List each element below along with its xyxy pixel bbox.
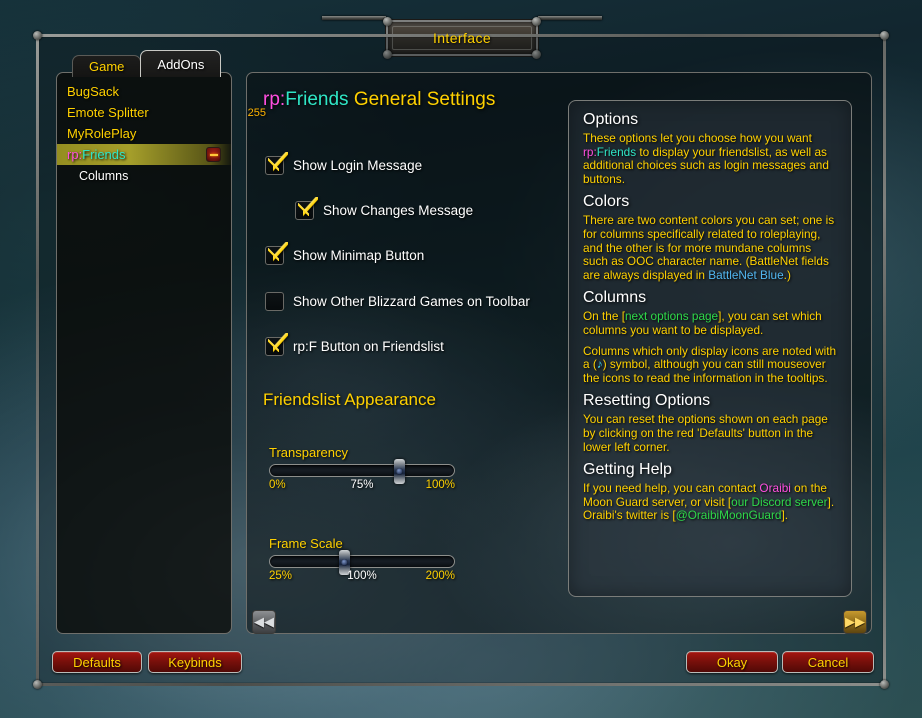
help-heading-options: Options xyxy=(583,111,639,128)
slider-marks: 0% 75% 100% xyxy=(269,479,455,493)
help-text-fragment: .) xyxy=(783,267,791,282)
slider-track[interactable] xyxy=(269,459,455,484)
sidebar-item-rpfriends[interactable]: rp: Friends xyxy=(57,144,231,165)
stud-icon xyxy=(880,680,889,689)
stud-icon xyxy=(33,31,42,40)
help-accent-battlenet-blue: BattleNet Blue xyxy=(708,267,784,282)
tab-game[interactable]: Game xyxy=(72,55,142,77)
help-accent-author: Oraibi xyxy=(759,481,791,496)
sidebar-item-columns[interactable]: Columns xyxy=(57,165,231,186)
checkbox-icon[interactable] xyxy=(295,201,314,220)
checkbox-icon[interactable] xyxy=(265,337,284,356)
sidebar-item-bugsack[interactable]: BugSack xyxy=(57,81,231,102)
slider-value-label: 100% xyxy=(347,570,377,582)
help-panel: Options These options let you choose how… xyxy=(568,100,852,597)
help-text-fragment: ) symbol, although you can still mouseov… xyxy=(583,357,828,385)
slider-title: Frame Scale xyxy=(269,536,343,551)
help-text-colors: There are two content colors you can set… xyxy=(583,214,837,282)
checkbox-label: Show Minimap Button xyxy=(293,248,425,263)
checkbox-icon[interactable] xyxy=(265,246,284,265)
stud-icon xyxy=(33,680,42,689)
checkbox-label: Show Other Blizzard Games on Toolbar xyxy=(293,294,530,309)
slider-value-label: 75% xyxy=(350,479,374,491)
help-text-fragment: On the [ xyxy=(583,309,625,324)
help-text-columns-icons: Columns which only display icons are not… xyxy=(583,344,837,386)
titlebar-wing-right xyxy=(538,16,602,20)
help-heading-getting-help: Getting Help xyxy=(583,461,672,479)
help-heading-resetting: Resetting Options xyxy=(583,392,711,410)
help-text-fragment: ]. xyxy=(781,508,789,523)
help-link-next-options-page[interactable]: next options page xyxy=(625,309,718,324)
help-text-getting-help: If you need help, you can contact Oraibi… xyxy=(583,481,837,523)
defaults-button[interactable]: Defaults xyxy=(52,651,142,673)
slider-transparency: Transparency 0% 75% 100% xyxy=(269,445,455,493)
checkbox-icon[interactable] xyxy=(265,292,284,311)
okay-button[interactable]: Okay xyxy=(686,651,778,673)
slider-title: Transparency xyxy=(269,445,348,460)
tab-addons[interactable]: AddOns xyxy=(140,50,222,77)
help-text-fragment: These options let you choose how you wan… xyxy=(583,131,812,145)
help-text-columns: On the [next options page], you can set … xyxy=(583,310,837,337)
help-link-discord[interactable]: our Discord server xyxy=(731,495,827,509)
titlebar-wing-left xyxy=(322,16,386,20)
stud-icon xyxy=(880,31,889,40)
double-right-arrow-icon[interactable]: ▶▶ xyxy=(843,610,867,634)
double-left-arrow-icon[interactable]: ◀◀ xyxy=(252,610,276,634)
slider-min-label: 0% xyxy=(269,479,286,491)
sidebar-item-emote-splitter[interactable]: Emote Splitter xyxy=(57,102,231,123)
help-text-fragment: If you need help, you can contact xyxy=(583,481,760,496)
help-text-options: These options let you choose how you wan… xyxy=(583,131,837,186)
help-heading-columns: Columns xyxy=(583,289,647,307)
minus-icon[interactable] xyxy=(206,147,221,162)
keybinds-button[interactable]: Keybinds xyxy=(148,651,242,673)
slider-max-label: 100% xyxy=(425,479,455,491)
sidebar-item-myroleplay[interactable]: MyRolePlay xyxy=(57,123,231,144)
checkbox-label: Show Login Message xyxy=(293,158,423,173)
sidebar-item-label-suffix: Friends xyxy=(82,147,126,162)
slider-marks: 25% 100% 200% xyxy=(269,570,455,584)
help-accent-rp: rp: xyxy=(583,144,597,159)
help-accent-friends: Friends xyxy=(596,144,637,159)
slider-min-label: 25% xyxy=(269,570,293,582)
stud-icon xyxy=(383,17,392,26)
help-text-resetting: You can reset the options shown on each … xyxy=(583,412,828,454)
slider-max-label: 200% xyxy=(425,570,455,582)
help-link-twitter[interactable]: @OraibiMoonGuard xyxy=(676,508,782,522)
tab-bar: Game AddOns xyxy=(72,50,222,77)
help-heading-colors: Colors xyxy=(583,193,630,211)
slider-track[interactable] xyxy=(269,550,455,575)
window-title: Interface xyxy=(432,30,492,46)
stud-icon xyxy=(532,17,541,26)
checkbox-icon[interactable] xyxy=(265,156,284,175)
cancel-button[interactable]: Cancel xyxy=(782,651,874,673)
checkbox-label: rp:F Button on Friendslist xyxy=(293,339,444,354)
slider-frame-scale: Frame Scale 25% 100% 200% xyxy=(269,536,455,584)
sidebar-item-label-prefix: rp: xyxy=(67,147,83,162)
checkbox-label: Show Changes Message xyxy=(323,203,474,218)
addon-list-panel: BugSack Emote Splitter MyRolePlay rp: Fri… xyxy=(56,72,232,634)
